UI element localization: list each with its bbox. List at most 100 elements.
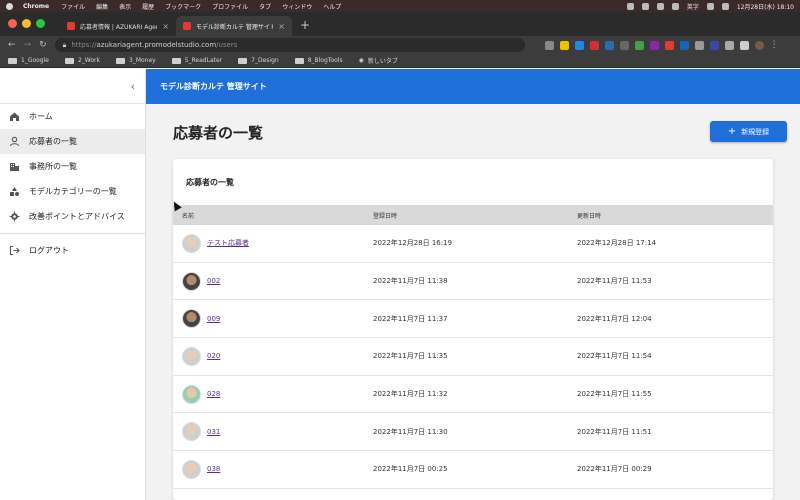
extension-icon[interactable] [709,40,719,50]
bookmark-folder[interactable]: 3_Money [116,57,156,64]
forward-arrow-icon[interactable]: → [24,40,32,50]
applicant-name-link[interactable]: 038 [207,465,220,473]
bookmark-label: 3_Money [129,57,156,64]
sidebar-item-applicants[interactable]: 応募者の一覧 [0,129,145,154]
table-row[interactable]: 031 2022年11月7日 11:30 2022年11月7日 11:51 [173,413,773,452]
browser-tab[interactable]: 応募者情報 | AZUKARI Agent × [60,16,176,36]
extension-icon[interactable] [694,40,704,50]
new-registration-button[interactable]: + 新規登録 [710,121,787,142]
menubar-item[interactable]: タブ [259,2,271,11]
favicon-icon [67,22,75,30]
column-header-registered[interactable]: 登録日時 [373,211,577,220]
window-controls [8,19,45,28]
applicant-name-link[interactable]: 002 [207,277,220,285]
bookmark-folder[interactable]: 2_Work [64,57,100,64]
applicant-name-link[interactable]: 020 [207,352,220,360]
registered-date: 2022年11月7日 11:30 [373,427,448,436]
menubar-item[interactable]: 表示 [119,2,131,11]
bookmark-folder[interactable]: 1_Google [8,57,49,64]
sidebar-item-home[interactable]: ホーム [0,104,145,129]
menubar-item[interactable]: 履歴 [142,2,154,11]
close-tab-icon[interactable]: × [278,22,285,31]
input-mode-indicator[interactable]: 英字 [687,2,699,11]
applicant-name-link[interactable]: 009 [207,315,220,323]
status-icon[interactable] [656,2,664,10]
battery-icon[interactable] [671,2,679,10]
minimize-window-button[interactable] [22,19,31,28]
menubar-item[interactable]: ファイル [61,2,85,11]
share-icon[interactable] [544,40,554,50]
applicant-name-link[interactable]: 028 [207,390,220,398]
star-icon[interactable] [559,40,569,50]
table-row[interactable]: テスト応募者 2022年12月28日 16:19 2022年12月28日 17:… [173,225,773,263]
collapse-sidebar-icon[interactable]: ‹ [131,80,135,93]
zoom-window-button[interactable] [36,19,45,28]
registered-date: 2022年11月7日 11:32 [373,390,448,399]
status-icon[interactable] [641,2,649,10]
applicant-name-link[interactable]: 031 [207,428,220,436]
bookmark-folder[interactable]: 5_ReadLater [171,57,222,64]
sidebar-item-improvement-advice[interactable]: 改善ポイントとアドバイス [0,204,145,229]
bookmark-link[interactable]: ◉ 新しいタブ [359,56,398,65]
extension-icon[interactable] [589,40,599,50]
menubar-item[interactable]: 編集 [96,2,108,11]
folder-icon [171,57,181,64]
menubar-item[interactable]: ブックマーク [165,2,201,11]
extension-icon[interactable] [664,40,674,50]
address-bar[interactable]: 🔒︎ https://azukariagent.promodelstudio.c… [54,38,525,52]
apple-icon[interactable] [6,2,13,10]
app-title-bar: モデル診断カルテ 管理サイト [146,69,800,104]
extension-icon[interactable] [649,40,659,50]
status-icon[interactable] [626,2,634,10]
bookmark-folder[interactable]: 8_BlogTools [294,57,343,64]
extension-icon[interactable] [604,40,614,50]
app-header: ‹ モデル診断カルテ 管理サイト [0,69,800,104]
sidebar-item-model-categories[interactable]: モデルカテゴリーの一覧 [0,179,145,204]
updated-date: 2022年11月7日 11:51 [577,427,652,436]
wifi-icon[interactable] [706,2,714,10]
reload-icon[interactable]: ↻ [39,40,47,50]
registered-date: 2022年11月7日 11:35 [373,352,448,361]
search-icon[interactable] [721,2,729,10]
extension-icon[interactable] [679,40,689,50]
registered-date: 2022年11月7日 00:25 [373,465,448,474]
profile-avatar[interactable] [754,40,764,50]
bookmark-folder[interactable]: 7_Design [238,57,279,64]
bookmark-label: 8_BlogTools [307,57,343,64]
close-tab-icon[interactable]: × [162,22,169,31]
table-row[interactable]: 002 2022年11月7日 11:38 2022年11月7日 11:53 [173,263,773,301]
home-icon [9,111,20,122]
table-row[interactable]: 009 2022年11月7日 11:37 2022年11月7日 12:04 [173,300,773,339]
lock-icon: 🔒︎ [62,40,67,49]
menubar-app-name[interactable]: Chrome [23,3,49,10]
column-header-name[interactable]: 名前 [173,211,373,220]
avatar [182,459,201,479]
sidebar-item-logout[interactable]: ログアウト [0,238,145,263]
extension-icon[interactable] [574,40,584,50]
url-host: azukariagent.promodelstudio.com [96,41,217,49]
table-row[interactable]: 038 2022年11月7日 00:25 2022年11月7日 00:29 [173,451,773,489]
browser-tab-active[interactable]: モデル診断カルテ 管理サイト × [176,16,292,36]
more-menu-icon[interactable]: ⋮ [770,40,779,50]
menubar-clock[interactable]: 12月28日(水) 18:10 [737,2,794,11]
updated-date: 2022年11月7日 11:55 [577,390,652,399]
column-header-updated[interactable]: 更新日時 [577,211,773,220]
close-window-button[interactable] [8,19,17,28]
extension-icon[interactable] [634,40,644,50]
avatar [182,233,201,253]
sidebar-item-offices[interactable]: 事務所の一覧 [0,154,145,179]
menubar-item[interactable]: ヘルプ [323,2,341,11]
new-tab-button[interactable]: + [300,18,310,32]
menubar-item[interactable]: プロファイル [212,2,248,11]
sidebar-item-label: 事務所の一覧 [29,162,77,171]
os-menubar: Chrome ファイル 編集 表示 履歴 ブックマーク プロファイル タブ ウィ… [0,0,800,12]
reading-list-icon[interactable] [739,40,749,50]
extension-icon[interactable] [619,40,629,50]
puzzle-icon[interactable] [724,40,734,50]
back-arrow-icon[interactable]: ← [8,40,16,50]
applicant-name-link[interactable]: テスト応募者 [207,238,249,248]
sidebar-header: ‹ [0,69,146,104]
menubar-item[interactable]: ウィンドウ [282,2,312,11]
table-row[interactable]: 020 2022年11月7日 11:35 2022年11月7日 11:54 [173,338,773,376]
table-row[interactable]: 028 2022年11月7日 11:32 2022年11月7日 11:55 [173,376,773,414]
